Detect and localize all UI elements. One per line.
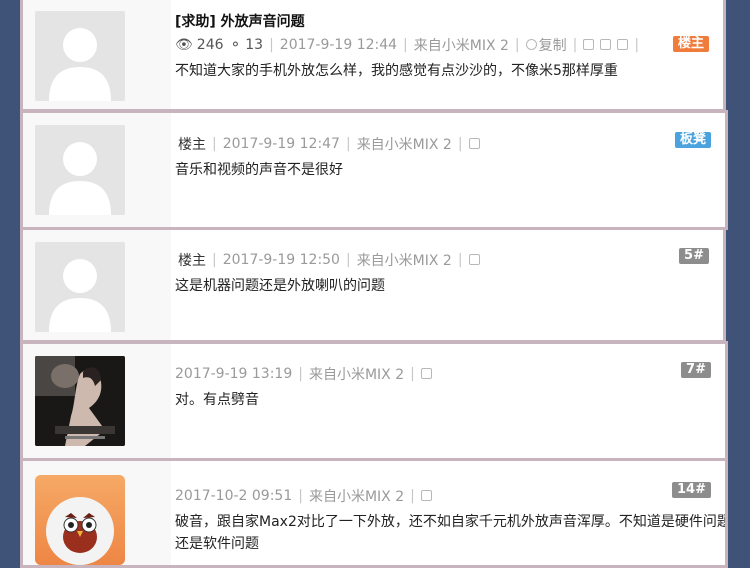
report-icon[interactable] xyxy=(468,253,480,265)
user-photo-image xyxy=(35,356,125,446)
floor-badge: 5# xyxy=(679,248,709,264)
copy-icon xyxy=(525,38,537,50)
report-icon[interactable] xyxy=(468,137,480,149)
avatar-column xyxy=(23,113,171,227)
copy-button[interactable]: 复制 xyxy=(525,35,567,55)
report-icon[interactable] xyxy=(583,38,595,50)
device-source: 来自小米MIX 2 xyxy=(356,137,452,153)
post-meta: 楼主 | 2017-9-19 12:50 | 来自小米MIX 2 | xyxy=(178,250,480,270)
author-name[interactable]: 楼主 xyxy=(178,250,206,270)
share-icon[interactable] xyxy=(617,38,629,50)
post-time: 2017-9-19 12:47 xyxy=(222,136,340,152)
post-title[interactable]: [求助] 外放声音问题 xyxy=(175,11,305,31)
post-1: [求助] 外放声音问题 👁︎ 246 ⚬ 13 | 2017-9-19 12:44 … xyxy=(20,0,726,112)
floor-badge: 板凳 xyxy=(674,132,711,148)
avatar-column xyxy=(23,344,171,458)
post-content: 音乐和视频的声音不是很好 xyxy=(175,162,343,178)
views-stat: 👁︎ 246 xyxy=(175,37,224,53)
post-meta: 👁︎ 246 ⚬ 13 | 2017-9-19 12:44 | 来自小米MIX 2 … xyxy=(175,35,640,55)
post-time: 2017-9-19 12:50 xyxy=(222,252,340,268)
post-4: 2017-9-19 13:19 | 来自小米MIX 2 | 7# 对。有点劈音 xyxy=(20,341,728,461)
avatar-photo[interactable] xyxy=(35,356,125,446)
post-2: 楼主 | 2017-9-19 12:47 | 来自小米MIX 2 | 板凳 音乐… xyxy=(20,110,728,230)
post-3: 楼主 | 2017-9-19 12:50 | 来自小米MIX 2 | 5# 这是… xyxy=(20,227,726,343)
user-silhouette-icon xyxy=(35,242,125,332)
owl-avatar-image xyxy=(35,475,125,565)
avatar-column xyxy=(23,461,171,565)
avatar-default[interactable] xyxy=(35,242,125,332)
post-time: 2017-10-2 09:51 xyxy=(175,488,293,504)
post-time: 2017-9-19 12:44 xyxy=(279,37,398,53)
report-icon[interactable] xyxy=(420,489,432,501)
comment-icon: ⚬ xyxy=(229,37,242,53)
author-name[interactable]: 楼主 xyxy=(178,134,206,154)
avatar-default[interactable] xyxy=(35,11,125,101)
user-silhouette-icon xyxy=(35,11,125,101)
post-meta: 楼主 | 2017-9-19 12:47 | 来自小米MIX 2 | xyxy=(178,134,480,154)
favorite-icon[interactable] xyxy=(600,38,612,50)
report-icon[interactable] xyxy=(420,367,432,379)
device-source: 来自小米MIX 2 xyxy=(356,253,452,269)
owner-badge: 楼主 xyxy=(672,36,709,52)
post-5: 2017-10-2 09:51 | 来自小米MIX 2 | 14# 破音，跟自家… xyxy=(20,458,728,568)
device-source: 来自小米MIX 2 xyxy=(308,489,405,505)
post-time: 2017-9-19 13:19 xyxy=(175,366,293,382)
post-content: 不知道大家的手机外放怎么样，我的感觉有点沙沙的，不像米5那样厚重 xyxy=(175,63,618,79)
avatar-column xyxy=(23,0,171,109)
avatar-column xyxy=(23,230,171,340)
post-content: 对。有点劈音 xyxy=(175,392,259,408)
floor-badge: 14# xyxy=(672,482,711,498)
device-source: 来自小米MIX 2 xyxy=(413,38,509,54)
post-content: 这是机器问题还是外放喇叭的问题 xyxy=(175,278,385,294)
replies-stat: ⚬ 13 xyxy=(229,37,264,53)
device-source: 来自小米MIX 2 xyxy=(308,367,405,383)
eye-icon: 👁︎ xyxy=(175,37,193,53)
avatar-default[interactable] xyxy=(35,125,125,215)
floor-badge: 7# xyxy=(681,362,711,378)
post-meta: 2017-10-2 09:51 | 来自小米MIX 2 | xyxy=(175,486,432,506)
post-content: 破音，跟自家Max2对比了一下外放，还不如自家千元机外放声音浑厚。不知道是硬件问… xyxy=(175,514,728,552)
post-meta: 2017-9-19 13:19 | 来自小米MIX 2 | xyxy=(175,364,432,384)
user-silhouette-icon xyxy=(35,125,125,215)
avatar-owl[interactable] xyxy=(35,475,125,565)
